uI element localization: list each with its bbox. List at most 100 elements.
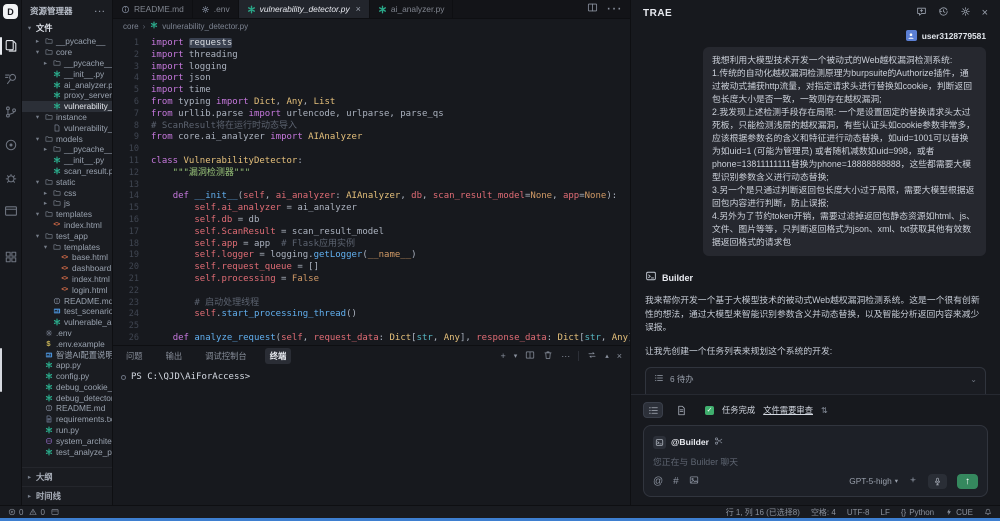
cursor-position[interactable]: 行 1, 列 16 (已选择8) xyxy=(726,507,800,518)
activity-source-control-icon[interactable] xyxy=(0,99,22,125)
review-files-link[interactable]: 文件需要审查 xyxy=(763,404,813,416)
activity-run-icon[interactable] xyxy=(0,132,22,158)
new-terminal-icon[interactable]: + xyxy=(500,351,505,361)
editor-tab[interactable]: .env xyxy=(193,0,239,18)
breadcrumb[interactable]: core › vulnerability_detector.py xyxy=(113,19,630,33)
split-editor-icon[interactable] xyxy=(587,0,598,18)
tree-item[interactable]: ▾static xyxy=(22,176,112,187)
activity-extensions-icon[interactable] xyxy=(0,244,22,270)
trae-logo-icon[interactable]: D xyxy=(3,4,18,19)
editor-tab[interactable]: vulnerability_detector.py× xyxy=(239,0,370,18)
tree-item[interactable]: __init__.py xyxy=(22,68,112,79)
tree-item[interactable]: <>index.html xyxy=(22,220,112,231)
editor-tab[interactable]: README.md xyxy=(113,0,193,18)
encoding[interactable]: UTF-8 xyxy=(847,508,870,517)
tree-item[interactable]: proxy_server.py xyxy=(22,90,112,101)
language-mode[interactable]: {}Python xyxy=(901,508,934,517)
split-terminal-icon[interactable] xyxy=(525,350,535,362)
panel-tab[interactable]: 调试控制台 xyxy=(200,348,252,364)
tree-item[interactable]: <>index.html xyxy=(22,274,112,285)
tree-item[interactable]: README.md xyxy=(22,295,112,306)
tree-item[interactable]: system_architecture_d... xyxy=(22,435,112,446)
errors-indicator[interactable]: 0 xyxy=(8,508,23,517)
more-actions-icon[interactable]: ··· xyxy=(606,0,622,18)
indent-setting[interactable]: 空格: 4 xyxy=(811,507,836,518)
cue-indicator[interactable]: CUE xyxy=(945,508,973,517)
tree-item[interactable]: .env xyxy=(22,328,112,339)
image-attach-icon[interactable] xyxy=(689,472,699,490)
tree-item[interactable]: scan_result.py xyxy=(22,166,112,177)
outline-section[interactable]: ▸ 大纲 xyxy=(22,467,112,486)
trash-icon[interactable] xyxy=(543,350,553,362)
activity-explorer-icon[interactable] xyxy=(0,33,22,59)
context-hash-icon[interactable]: # xyxy=(673,476,679,487)
tree-item[interactable]: ▾test_app xyxy=(22,230,112,241)
tree-item[interactable]: ▾templates xyxy=(22,241,112,252)
panel-tab[interactable]: 问题 xyxy=(121,348,148,364)
files-changed-button[interactable] xyxy=(671,402,691,418)
tree-item[interactable]: run.py xyxy=(22,425,112,436)
new-chat-icon[interactable] xyxy=(916,4,927,22)
voice-mic-button[interactable] xyxy=(928,474,947,489)
drag-handle[interactable] xyxy=(0,348,2,392)
model-selector[interactable]: GPT-5-high ▾ xyxy=(849,476,898,486)
tree-item[interactable]: test_scenarios.md xyxy=(22,306,112,317)
builder-chip-label[interactable]: @Builder xyxy=(671,437,709,447)
swap-panel-icon[interactable] xyxy=(587,350,597,362)
more-actions-icon[interactable]: ··· xyxy=(95,6,107,16)
tree-item[interactable]: ai_analyzer.py xyxy=(22,79,112,90)
sort-icon[interactable]: ⇅ xyxy=(821,406,828,415)
notifications-bell-icon[interactable] xyxy=(984,508,992,516)
tree-item[interactable]: 智谱AI配置说明.md xyxy=(22,349,112,360)
chat-input-card[interactable]: @Builder 您正在与 Builder 聊天 @ # GPT-5-high … xyxy=(643,425,988,497)
history-icon[interactable] xyxy=(938,4,949,22)
code-editor[interactable]: 1import requests2import threading3import… xyxy=(113,33,630,345)
tree-item[interactable]: __init__.py xyxy=(22,155,112,166)
tree-item[interactable]: ▸css xyxy=(22,187,112,198)
tree-item[interactable]: <>dashboard.html xyxy=(22,263,112,274)
workspace-root[interactable]: ▾ 文件 xyxy=(22,20,112,36)
tree-item[interactable]: test_analyze_paramet... xyxy=(22,446,112,457)
close-tab-icon[interactable]: × xyxy=(356,4,361,14)
collapse-icon[interactable]: ⌄ xyxy=(970,375,977,384)
tree-item[interactable]: README.md xyxy=(22,403,112,414)
todo-toggle-button[interactable] xyxy=(643,402,663,418)
tree-item[interactable]: vulnerable_app.py xyxy=(22,317,112,328)
tree-item[interactable]: debug_cookie_detecti... xyxy=(22,382,112,393)
chevron-up-icon[interactable]: ▴ xyxy=(605,352,609,360)
tree-item[interactable]: ▾core xyxy=(22,47,112,58)
tree-item[interactable]: requirements.txt xyxy=(22,414,112,425)
close-icon[interactable]: × xyxy=(982,7,988,19)
chat-input-placeholder[interactable]: 您正在与 Builder 聊天 xyxy=(653,451,978,472)
tree-item[interactable]: <>base.html xyxy=(22,252,112,263)
tree-item[interactable]: vulnerability_scann... xyxy=(22,122,112,133)
send-button[interactable]: ↑ xyxy=(957,474,978,489)
mention-icon[interactable]: @ xyxy=(653,476,663,487)
scissors-icon[interactable] xyxy=(714,433,724,451)
tree-item[interactable]: ▸__pycache__ xyxy=(22,36,112,47)
activity-search-icon[interactable] xyxy=(0,66,22,92)
sparkle-icon[interactable] xyxy=(908,472,918,490)
todo-list-header[interactable]: 6 待办 ⌄ xyxy=(646,368,985,390)
tree-item[interactable]: ▾templates xyxy=(22,209,112,220)
activity-preview-icon[interactable] xyxy=(0,198,22,224)
tree-item[interactable]: ▸__pycache__ xyxy=(22,58,112,69)
chevron-down-icon[interactable]: ▾ xyxy=(514,352,518,360)
tree-item[interactable]: vulnerability_detect... xyxy=(22,101,112,112)
tree-item[interactable]: $.env.example xyxy=(22,338,112,349)
editor-tab[interactable]: ai_analyzer.py xyxy=(370,0,454,18)
eol-setting[interactable]: LF xyxy=(881,508,890,517)
activity-debug-icon[interactable] xyxy=(0,165,22,191)
panel-tab[interactable]: 终端 xyxy=(265,348,292,364)
warnings-indicator[interactable]: 0 xyxy=(29,508,44,517)
settings-gear-icon[interactable] xyxy=(960,4,971,22)
panel-tab[interactable]: 输出 xyxy=(161,348,188,364)
tree-item[interactable]: app.py xyxy=(22,360,112,371)
more-actions-icon[interactable]: ··· xyxy=(561,351,570,361)
tree-item[interactable]: debug_detector_queu... xyxy=(22,392,112,403)
tree-item[interactable]: ▸__pycache__ xyxy=(22,144,112,155)
tree-item[interactable]: <>login.html xyxy=(22,284,112,295)
tree-item[interactable]: config.py xyxy=(22,371,112,382)
tree-item[interactable]: ▸js xyxy=(22,198,112,209)
close-panel-icon[interactable]: × xyxy=(617,351,622,361)
